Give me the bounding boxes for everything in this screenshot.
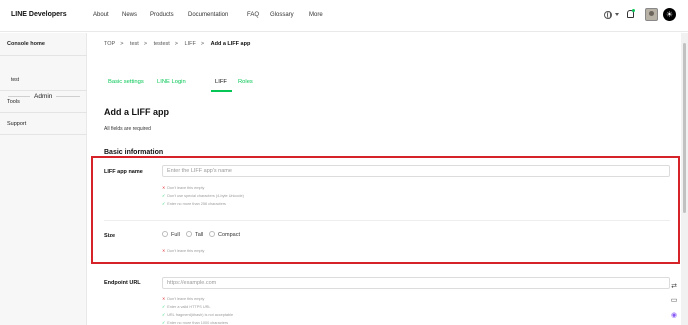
sidebar-divider: [0, 90, 87, 91]
sidebar-item-provider[interactable]: test: [0, 77, 87, 83]
breadcrumb-separator: >: [174, 41, 179, 47]
nav-about[interactable]: About: [93, 12, 109, 18]
floating-tools: ⇄ ▭ ◉: [668, 281, 680, 325]
theme-toggle-icon[interactable]: ☀: [663, 8, 676, 21]
breadcrumb: TOP > test > testest > LIFF > Add a LIFF app: [104, 41, 255, 47]
error-icon: ✕: [162, 297, 166, 301]
breadcrumb-channel[interactable]: testest: [154, 41, 170, 47]
tab-liff[interactable]: LIFF: [215, 79, 227, 85]
sidebar-divider: [0, 55, 87, 56]
required-note: All fields are required: [104, 126, 151, 132]
globe-icon[interactable]: [604, 11, 612, 19]
tab-basic-settings[interactable]: Basic settings: [108, 79, 144, 85]
sidebar-divider: [0, 112, 87, 113]
sidebar-divider: [0, 134, 87, 135]
validation-hint: ✓ Enter a valid HTTPS URL: [162, 305, 211, 309]
section-title: Basic information: [104, 149, 164, 156]
breadcrumb-top[interactable]: TOP: [104, 41, 115, 47]
translate-icon[interactable]: ⇄: [670, 283, 678, 291]
sidebar-item-support[interactable]: Support: [0, 121, 87, 127]
line-developers-logo[interactable]: LINE Developers: [11, 11, 67, 18]
assistant-icon[interactable]: ◉: [670, 312, 678, 320]
notification-dot: [632, 9, 635, 12]
sidebar-item-console-home[interactable]: Console home: [0, 41, 87, 47]
header-icons: ☀: [598, 8, 678, 23]
highlight-box: [91, 156, 680, 264]
check-icon: ✓: [162, 313, 166, 317]
nav-documentation[interactable]: Documentation: [188, 12, 228, 18]
top-header: LINE Developers About News Products Docu…: [0, 0, 688, 32]
breadcrumb-separator: >: [143, 41, 148, 47]
tab-line-login[interactable]: LINE Login: [157, 79, 186, 85]
check-icon: ✓: [162, 305, 166, 309]
validation-hint: ✕ Don't leave this empty: [162, 297, 205, 301]
nav-glossary[interactable]: Glossary: [270, 12, 294, 18]
breadcrumb-current: Add a LIFF app: [210, 41, 251, 47]
validation-hint: ✓ Enter no more than 1000 characters: [162, 321, 228, 325]
avatar[interactable]: [645, 8, 658, 21]
nav-faq[interactable]: FAQ: [247, 12, 259, 18]
sidebar: Console home Admin test Tools Support: [0, 33, 87, 325]
endpoint-url-input[interactable]: https://example.com: [162, 277, 670, 289]
tab-roles[interactable]: Roles: [238, 79, 253, 85]
breadcrumb-separator: >: [200, 41, 205, 47]
nav-products[interactable]: Products: [150, 12, 174, 18]
endpoint-url-label: Endpoint URL: [104, 280, 141, 286]
check-icon: ✓: [162, 321, 166, 325]
scrollbar[interactable]: [681, 33, 688, 325]
breadcrumb-separator: >: [120, 41, 124, 47]
nav-news[interactable]: News: [122, 12, 137, 18]
chevron-down-icon[interactable]: [615, 13, 619, 16]
feedback-icon[interactable]: ▭: [670, 297, 678, 305]
scrollbar-thumb[interactable]: [683, 43, 686, 213]
active-tab-indicator: [211, 90, 232, 92]
sidebar-item-tools[interactable]: Tools: [0, 99, 87, 105]
page-title: Add a LIFF app: [104, 107, 169, 117]
validation-hint: ✓ URL fragment(#hash) is not acceptable: [162, 313, 234, 317]
breadcrumb-liff[interactable]: LIFF: [185, 41, 196, 47]
nav-more[interactable]: More: [309, 12, 323, 18]
breadcrumb-provider[interactable]: test: [130, 41, 139, 47]
